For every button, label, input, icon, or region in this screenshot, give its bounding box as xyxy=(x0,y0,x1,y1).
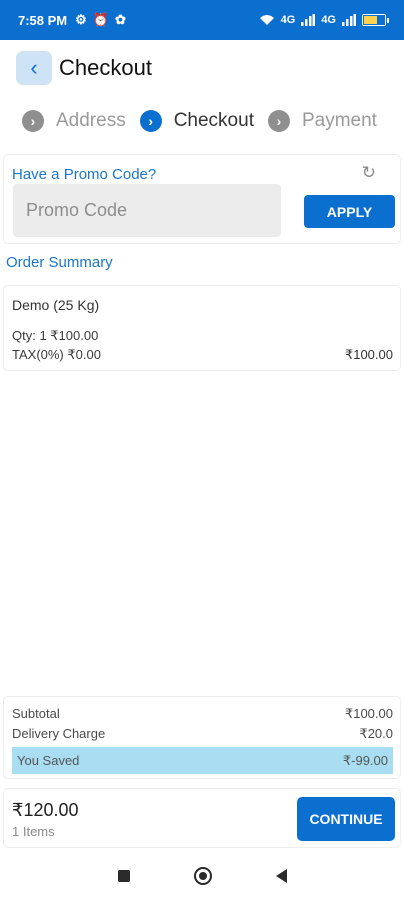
status-time: 7:58 PM xyxy=(18,12,68,28)
battery-icon xyxy=(362,14,389,26)
step-chevron-icon: › xyxy=(267,110,290,132)
item-tax: TAX(0%) ₹0.00 xyxy=(12,347,101,362)
price-summary-card: Subtotal ₹100.00 Delivery Charge ₹20.0 Y… xyxy=(3,696,401,779)
you-saved-row: You Saved ₹-99.00 xyxy=(12,747,393,774)
delivery-row: Delivery Charge ₹20.0 xyxy=(12,726,393,742)
alarm-icon: ⏰ xyxy=(92,12,109,27)
settings-icon: ✿ xyxy=(114,12,126,27)
saved-value: ₹-99.00 xyxy=(342,752,388,768)
saved-label: You Saved xyxy=(17,753,80,768)
checkout-footer: ₹120.00 1 Items CONTINUE xyxy=(3,788,401,848)
step-label: Checkout xyxy=(173,110,254,131)
step-chevron-icon: › xyxy=(139,110,162,132)
order-item-card: Demo (25 Kg) Qty: 1 ₹100.00 TAX(0%) ₹0.0… xyxy=(3,285,401,371)
step-checkout[interactable]: › Checkout xyxy=(139,110,254,132)
recents-icon[interactable] xyxy=(117,870,130,882)
sync-icon: ⚙ xyxy=(75,12,87,27)
step-address[interactable]: › Address xyxy=(22,110,126,132)
step-label: Payment xyxy=(301,110,377,131)
status-bar: 7:58 PM ⚙ ⏰ ✿ 4G 4G xyxy=(0,0,404,40)
page-title: Checkout xyxy=(59,55,152,80)
back-arrow-icon: ‹ xyxy=(30,55,38,80)
step-payment[interactable]: › Payment xyxy=(267,110,377,132)
delivery-value: ₹20.0 xyxy=(359,726,393,741)
promo-card: Have a Promo Code? ↻ APPLY xyxy=(3,154,401,244)
wifi-icon xyxy=(259,15,274,25)
promo-code-input[interactable] xyxy=(13,184,281,237)
network-label-a: 4G xyxy=(280,14,296,26)
signal-icon-2 xyxy=(342,14,356,26)
apply-button[interactable]: APPLY xyxy=(304,195,395,228)
back-triangle-icon[interactable] xyxy=(275,869,287,883)
status-left-icons: ⚙ ⏰ ✿ xyxy=(75,12,126,28)
order-summary-title: Order Summary xyxy=(6,254,113,271)
subtotal-row: Subtotal ₹100.00 xyxy=(12,706,393,722)
refresh-icon[interactable]: ↻ xyxy=(362,163,376,183)
back-button[interactable]: ‹ xyxy=(16,51,52,85)
total-amount: ₹120.00 xyxy=(12,800,79,820)
delivery-label: Delivery Charge xyxy=(12,726,106,741)
checkout-stepper: › Address › Checkout › Payment xyxy=(22,110,390,132)
item-qty-price: Qty: 1 ₹100.00 xyxy=(12,328,99,343)
item-name: Demo (25 Kg) xyxy=(12,297,100,313)
system-nav-bar xyxy=(0,852,404,900)
subtotal-value: ₹100.00 xyxy=(344,706,393,721)
header: ‹ Checkout xyxy=(16,50,152,86)
subtotal-label: Subtotal xyxy=(12,706,60,721)
item-total: ₹100.00 xyxy=(344,347,393,362)
signal-icon xyxy=(301,14,316,26)
network-label-b: 4G xyxy=(321,14,336,26)
step-chevron-icon: › xyxy=(22,110,44,132)
continue-button[interactable]: CONTINUE xyxy=(297,797,395,841)
step-label: Address xyxy=(56,110,126,131)
status-right-icons: 4G 4G xyxy=(259,14,389,26)
items-count: 1 Items xyxy=(12,824,55,839)
promo-title: Have a Promo Code? xyxy=(12,166,157,183)
home-icon[interactable] xyxy=(193,867,212,885)
